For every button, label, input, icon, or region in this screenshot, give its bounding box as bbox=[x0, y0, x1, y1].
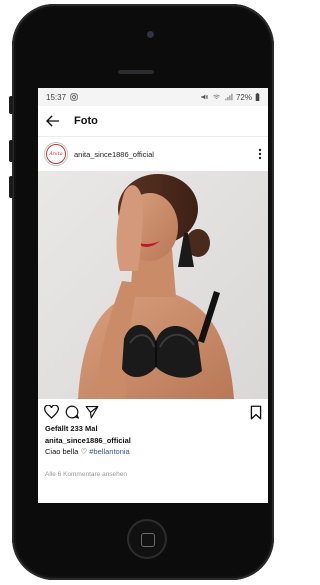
send-icon[interactable] bbox=[85, 405, 99, 419]
view-comments-link[interactable]: Alle 6 Kommentare ansehen bbox=[38, 471, 268, 478]
front-camera bbox=[147, 31, 154, 38]
more-vertical-icon[interactable] bbox=[258, 148, 262, 160]
page-title: Foto bbox=[74, 115, 98, 127]
post-caption: Ciao bella ♡ #bellantonia bbox=[38, 447, 268, 456]
phone-screen: 15:37 72% Foto Anita anita_since1886_off… bbox=[38, 88, 268, 503]
caption-username[interactable]: anita_since1886_official bbox=[38, 436, 268, 445]
caption-hashtag[interactable]: #bellantonia bbox=[89, 447, 129, 456]
app-bar: Foto bbox=[38, 106, 268, 137]
battery-percent: 72% bbox=[235, 92, 252, 102]
mute-switch bbox=[9, 96, 13, 114]
post-photo[interactable] bbox=[38, 171, 268, 399]
home-button[interactable] bbox=[127, 519, 167, 559]
volume-down-button bbox=[9, 176, 13, 198]
avatar-logo-text: Anita bbox=[49, 151, 63, 157]
earpiece-speaker bbox=[118, 70, 154, 74]
signal-icon bbox=[225, 93, 233, 101]
arrow-left-icon[interactable] bbox=[46, 115, 60, 127]
status-time: 15:37 bbox=[46, 92, 67, 102]
caption-text: Ciao bella ♡ bbox=[45, 447, 88, 456]
post-username[interactable]: anita_since1886_official bbox=[74, 150, 258, 159]
like-count[interactable]: Gefällt 233 Mal bbox=[38, 424, 268, 433]
wifi-icon bbox=[213, 94, 220, 100]
battery-icon bbox=[255, 93, 260, 101]
post-header: Anita anita_since1886_official bbox=[38, 137, 268, 171]
mute-icon bbox=[201, 94, 209, 100]
volume-up-button bbox=[9, 140, 13, 162]
heart-icon[interactable] bbox=[44, 405, 59, 419]
status-bar: 15:37 72% bbox=[38, 88, 268, 106]
avatar-logo: Anita bbox=[46, 144, 66, 164]
home-button-icon bbox=[141, 533, 155, 547]
avatar[interactable]: Anita bbox=[44, 142, 68, 166]
comment-icon[interactable] bbox=[65, 405, 79, 419]
post-photo-image bbox=[38, 171, 268, 399]
instagram-notification-icon bbox=[70, 93, 78, 101]
post-actions bbox=[38, 399, 268, 425]
bookmark-icon[interactable] bbox=[250, 405, 262, 420]
